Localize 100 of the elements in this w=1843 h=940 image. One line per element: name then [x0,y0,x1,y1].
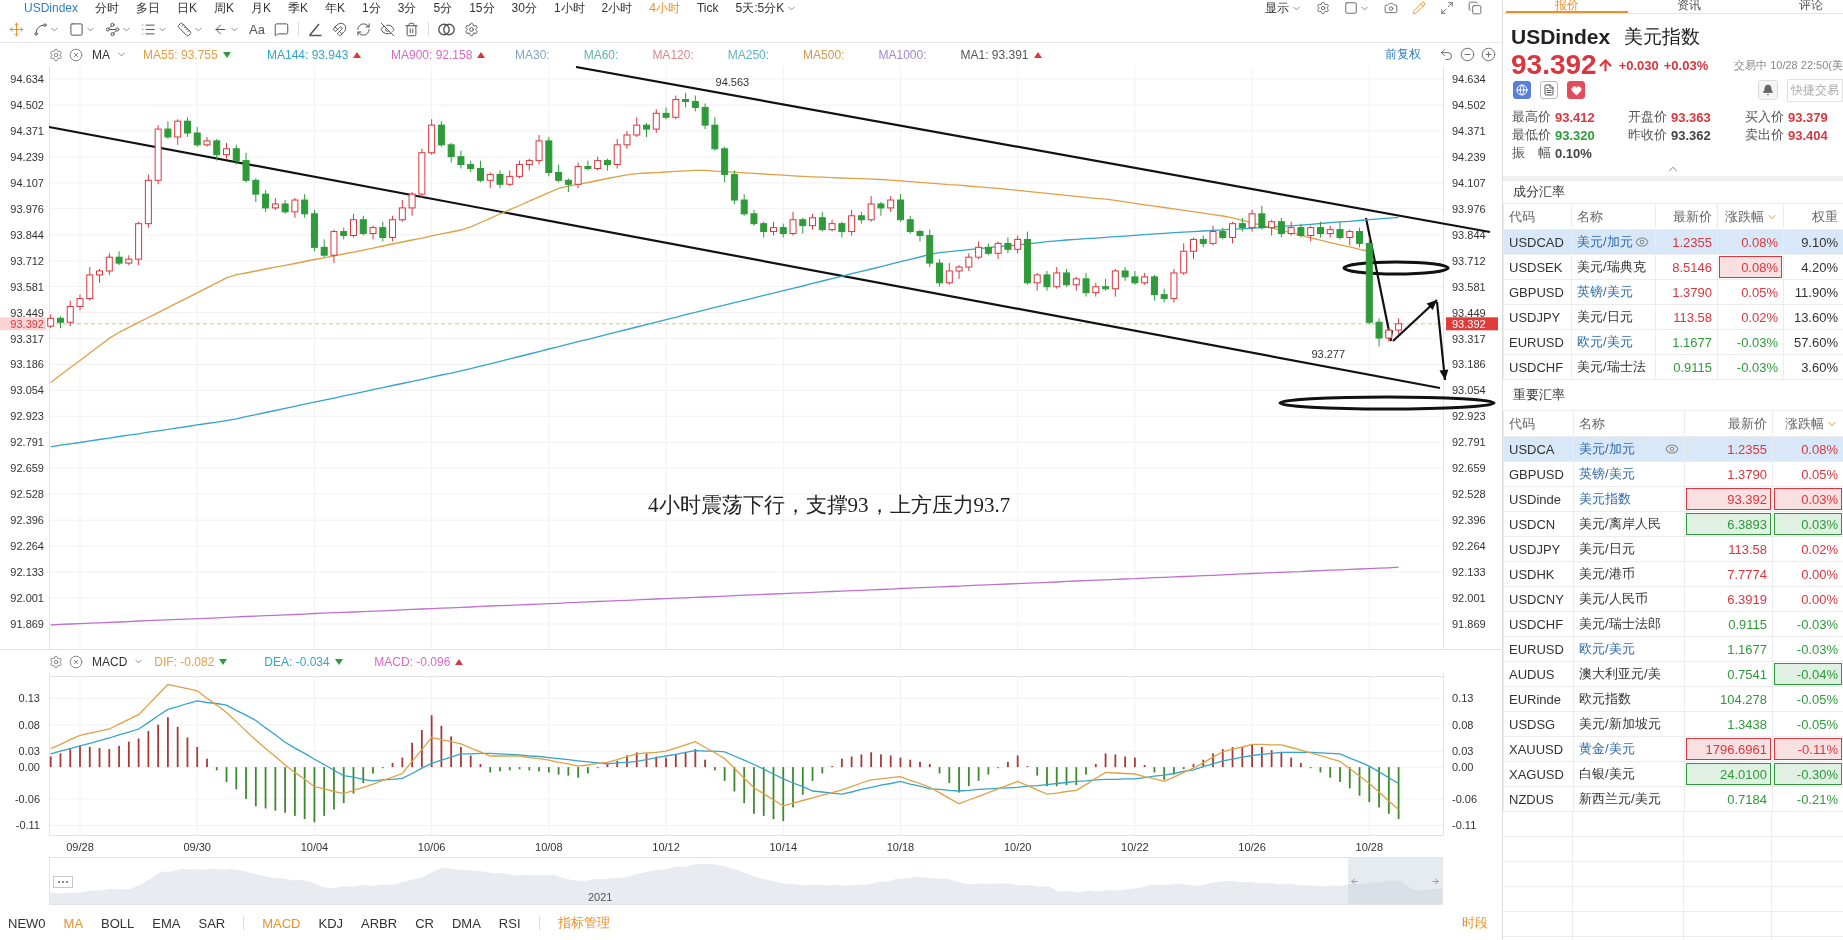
column-header[interactable]: 名称 [1573,410,1685,437]
zoom-out-icon[interactable] [1460,47,1475,62]
period-tab[interactable]: 2小时 [601,0,633,16]
period-tab[interactable]: Tick [696,0,719,16]
arrow[interactable] [1392,299,1438,342]
table-row[interactable]: GBPUSD 英镑/美元 1.3790 0.05% [1503,461,1843,487]
range-dropdown[interactable]: 5天:5分K [735,0,798,16]
zoom-in-icon[interactable] [1481,47,1496,62]
period-tab[interactable]: 3分 [397,0,417,16]
ellipse-marker[interactable] [1342,260,1450,276]
table-row[interactable]: EURUSD 欧元/美元 1.1677 -0.03% [1503,636,1843,662]
list-icon[interactable] [141,21,156,37]
column-header[interactable]: 代码 [1503,203,1572,230]
indicator-tab[interactable]: DMA [451,915,481,931]
settings-icon[interactable] [1316,1,1330,15]
ruler-icon[interactable] [177,21,192,37]
table-row[interactable]: USDCHF 美元/瑞士法 0.9115 -0.03% 3.60% [1503,354,1843,380]
table-row[interactable]: USDCHF 美元/瑞士法郎 0.9115 -0.03% [1503,611,1843,637]
column-header[interactable]: 代码 [1503,410,1574,437]
expand-icon[interactable] [1440,1,1454,15]
settings-icon[interactable] [463,21,479,37]
indicator-dropdown[interactable]: MA [92,47,127,62]
period-tab[interactable]: 周K [214,0,235,16]
table-row[interactable]: USDJPY 美元/日元 113.58 0.02% [1503,536,1843,562]
table-row[interactable]: USDSEK 美元/瑞典克 8.5146 0.08% 4.20% [1503,254,1843,280]
settings-icon[interactable] [49,654,63,669]
indicator-tab[interactable]: EMA [152,915,181,931]
document-icon[interactable] [1540,81,1558,99]
copy-icon[interactable] [1468,1,1482,15]
period-tab[interactable]: 多日 [136,0,161,16]
table-row[interactable]: XAGUSD 白银/美元 24.0100 -0.30% [1503,761,1843,787]
period-tab[interactable]: 分时 [95,0,120,16]
period-tab[interactable]: 月K [251,0,272,16]
table-row[interactable]: USDSG 美元/新加坡元 1.3438 -0.05% [1503,711,1843,737]
column-header[interactable]: 权重 [1783,203,1843,230]
text-tool[interactable]: Aa [249,21,265,37]
indicator-tab[interactable]: ARBR [361,915,398,931]
table-row[interactable]: GBPUSD 英镑/美元 1.3790 0.05% 11.90% [1503,279,1843,305]
magnet-icon[interactable] [331,21,347,37]
table-row[interactable]: EURinde 欧元指数 104.278 -0.05% [1503,686,1843,712]
column-header[interactable]: 最新价 [1655,203,1718,230]
eye-icon[interactable] [1634,235,1649,249]
period-tab[interactable]: 15分 [469,0,495,16]
indicator-dropdown[interactable]: MACD [92,654,145,669]
table-row[interactable]: USDHK 美元/港币 7.7774 0.00% [1503,561,1843,587]
adjust-mode-link[interactable]: 前复权 [1385,46,1421,63]
table-row[interactable]: USDCAD 美元/加元 1.2355 0.08% 9.10% [1503,229,1843,255]
panel-tab[interactable]: 评论 [1750,0,1843,13]
table-row[interactable]: USDCA 美元/加元 1.2355 0.08% [1503,436,1843,462]
move-icon[interactable] [9,21,24,37]
indicator-tab[interactable]: CR [415,915,434,931]
column-header[interactable]: 名称 [1571,203,1656,230]
overlapping-circles-icon[interactable] [437,22,455,36]
bell-icon[interactable] [1758,80,1778,100]
refresh-icon[interactable] [355,21,371,37]
period-tab[interactable]: 日K [177,0,198,16]
column-header[interactable]: 涨跌幅 [1772,410,1843,437]
column-header[interactable]: 涨跌幅 [1717,203,1784,230]
angle-icon[interactable] [307,21,323,37]
indicator-tab[interactable]: BOLL [101,915,135,931]
arrow-right-icon[interactable] [1431,876,1440,886]
symbol-link[interactable]: USDindex [24,0,79,16]
comment-icon[interactable] [273,21,289,37]
display-dropdown[interactable]: 显示 [1265,0,1302,16]
undo-icon[interactable] [1439,47,1454,62]
table-row[interactable]: USDJPY 美元/日元 113.58 0.02% 13.60% [1503,304,1843,330]
close-icon[interactable] [69,47,83,62]
indicator-tab[interactable]: RSI [498,915,521,931]
globe-icon[interactable] [1513,81,1531,99]
table-row[interactable]: AUDUS 澳大利亚元/美 0.7541 -0.04% [1503,661,1843,687]
table-row[interactable]: USDinde 美元指数 93.392 0.03% [1503,486,1843,512]
arrow[interactable] [1435,301,1449,381]
indicator-tab[interactable]: SAR [198,915,226,931]
period-tab[interactable]: 1分 [362,0,381,16]
period-tab[interactable]: 1小时 [553,0,585,16]
table-row[interactable]: USDCN 美元/离岸人民 6.3893 0.03% [1503,511,1843,537]
table-row[interactable]: USDCNY 美元/人民币 6.3919 0.00% [1503,586,1843,612]
period-tab[interactable]: 年K [325,0,346,16]
period-tab[interactable]: 季K [288,0,309,16]
table-row[interactable]: NZDUS 新西兰元/美元 0.7184 -0.21% [1503,786,1843,812]
table-row[interactable]: EURUSD 欧元/美元 1.1677 -0.03% 57.60% [1503,329,1843,355]
panel-tab[interactable]: 资讯 [1628,0,1750,13]
trend-line[interactable] [48,125,1441,390]
eye-icon[interactable] [1665,442,1679,456]
waypoints-icon[interactable] [105,21,120,37]
period-tab[interactable]: 30分 [511,0,537,16]
line-tool-icon[interactable] [33,21,48,37]
more-icon[interactable] [53,876,73,888]
camera-icon[interactable] [1384,1,1398,15]
period-tab[interactable]: 5分 [433,0,453,16]
indicator-tab[interactable]: KDJ [318,915,344,931]
pencil-icon[interactable] [1412,1,1426,15]
table-row[interactable]: XAUUSD 黄金/美元 1796.6961 -0.11% [1503,736,1843,762]
eye-off-icon[interactable] [379,21,395,37]
trash-icon[interactable] [403,21,419,37]
rectangle-icon[interactable] [69,21,84,37]
square-icon[interactable] [1344,1,1358,15]
indicator-tab[interactable]: NEW0 [8,915,46,931]
column-header[interactable]: 最新价 [1684,410,1773,437]
ellipse-marker[interactable] [1278,395,1496,411]
